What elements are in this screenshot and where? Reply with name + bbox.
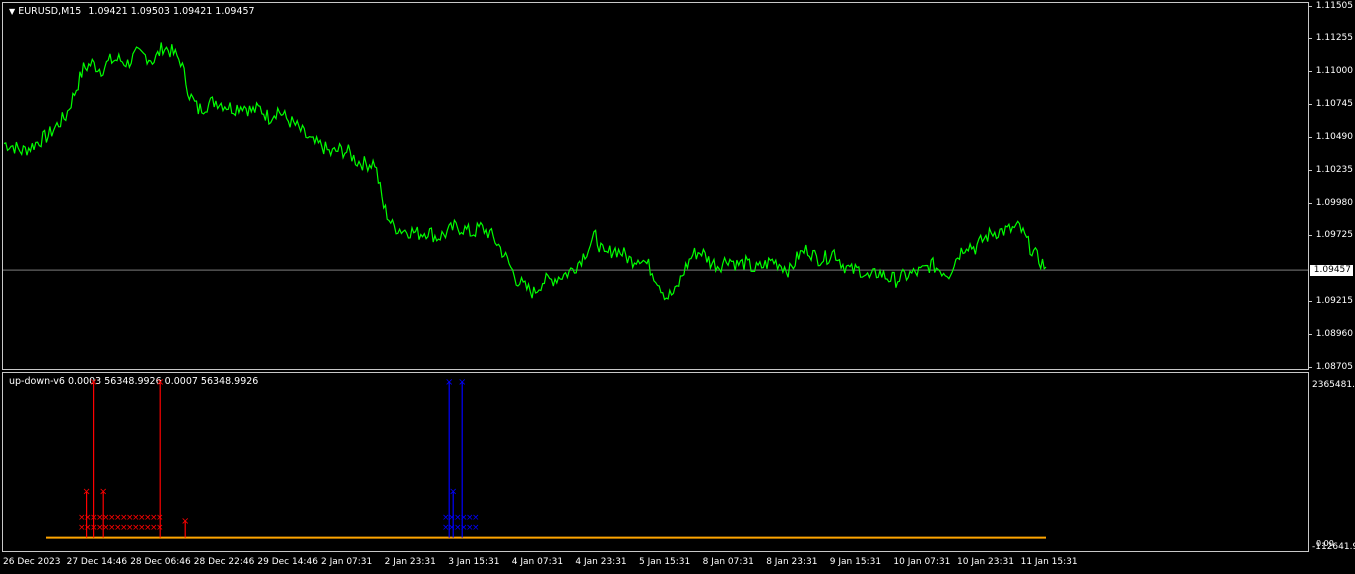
price-tick-mark [1308, 136, 1312, 138]
chart-plot: ×× ×××× ××××××××××××××××××××××××××××××××××… [3, 42, 1309, 539]
time-tick-label: 2 Jan 07:31 [321, 557, 373, 567]
price-tick-label: 1.08705 [1315, 362, 1353, 372]
time-tick-label: 10 Jan 23:31 [957, 557, 1014, 567]
price-tick-label: 1.09215 [1315, 296, 1353, 307]
price-tick-label: 1.11000 [1315, 66, 1353, 77]
time-tick-label: 28 Dec 22:46 [193, 557, 255, 567]
price-tick-mark [1308, 71, 1312, 73]
indicator-min-label: -112641.9 [1312, 542, 1355, 552]
price-line-series [3, 42, 1047, 301]
price-tick-mark [1308, 334, 1312, 336]
time-tick-label: 8 Jan 07:31 [702, 557, 754, 567]
price-tick-mark [1308, 6, 1312, 7]
time-tick-label: 29 Dec 14:46 [257, 557, 318, 567]
price-axis[interactable]: 1.11505 1.11255 1.11000 1.10745 1.10490 1.102… [1308, 0, 1355, 574]
price-tick-label: 1.08960 [1315, 329, 1353, 340]
indicator-up-spike-marker: × [89, 377, 97, 388]
indicator-up-spike-marker: × [156, 377, 164, 388]
time-tick-label: 28 Dec 06:46 [130, 557, 191, 567]
price-tick-mark [1308, 38, 1312, 40]
indicator-up-spike-marker: × [82, 487, 90, 498]
price-tick-label: 1.11255 [1315, 33, 1353, 44]
indicator-up-cluster-marker: × [156, 513, 164, 523]
price-tick-label: 1.11505 [1315, 1, 1353, 11]
indicator-up-cluster-marker: × [156, 523, 164, 533]
time-tick-label: 11 Jan 15:31 [1020, 557, 1078, 567]
indicator-down-spike-marker: × [458, 377, 466, 388]
price-tick-mark [1308, 235, 1312, 237]
price-tick-label: 1.10745 [1315, 98, 1353, 109]
indicator-down-spike-marker: × [445, 377, 453, 388]
indicator-down-spike-marker: × [449, 487, 457, 498]
time-tick-label: 8 Jan 23:31 [766, 557, 818, 567]
price-tick-label: 1.09980 [1315, 197, 1353, 208]
time-tick-label: 4 Jan 23:31 [575, 557, 627, 567]
time-tick-label: 27 Dec 14:46 [66, 557, 128, 567]
time-tick-label: 4 Jan 07:31 [511, 557, 564, 567]
price-tick-label: 1.09725 [1315, 230, 1353, 241]
price-tick-mark [1308, 103, 1312, 105]
time-tick-label: 2 Jan 23:31 [384, 557, 436, 567]
price-tick-mark [1308, 169, 1312, 171]
indicator-down-cluster-marker: × [472, 513, 480, 523]
indicator-up-spike-marker: × [99, 487, 107, 498]
time-tick-label: 3 Jan 15:31 [448, 557, 500, 567]
price-tick-label: 1.10235 [1315, 164, 1353, 175]
price-tick-mark [1308, 202, 1312, 204]
indicator-down-cluster-marker: × [472, 523, 480, 533]
price-tick-mark [1308, 301, 1312, 303]
time-tick-label: 9 Jan 15:31 [829, 557, 882, 567]
current-price-label: 1.09457 [1310, 265, 1353, 276]
time-tick-label: 5 Jan 15:31 [639, 557, 691, 567]
time-tick-label: 26 Dec 2023 [3, 557, 61, 567]
time-tick-label: 10 Jan 07:31 [893, 557, 951, 567]
indicator-up-spike-marker: × [181, 516, 189, 527]
price-tick-mark [1308, 367, 1312, 368]
time-axis[interactable]: 26 Dec 2023 27 Dec 14:46 28 Dec 06:46 28 De… [0, 554, 1310, 574]
indicator-max-label: 2365481.9 [1312, 380, 1355, 390]
price-tick-label: 1.10490 [1315, 131, 1353, 142]
